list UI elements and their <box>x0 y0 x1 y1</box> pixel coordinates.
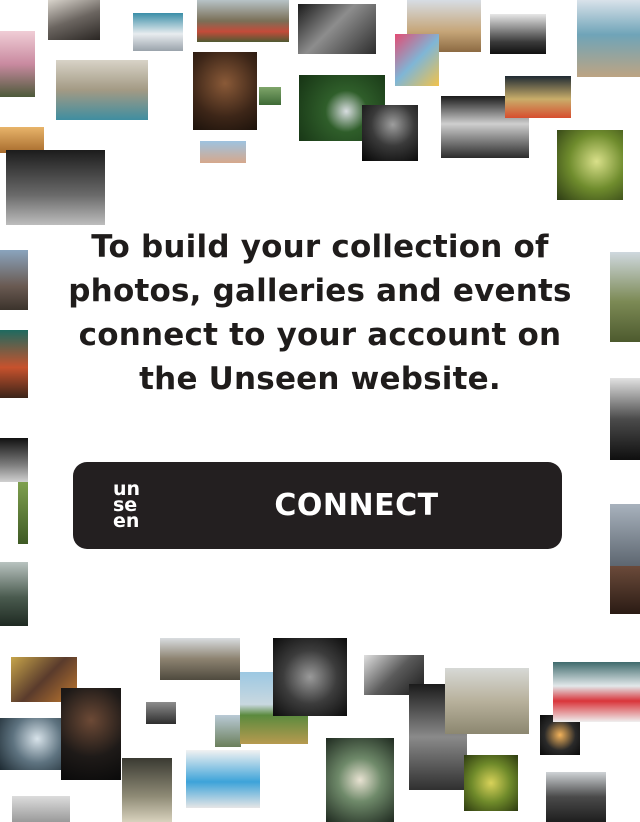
collage-photo <box>186 750 260 808</box>
collage-photo <box>48 0 100 40</box>
collage-photo <box>610 378 640 460</box>
collage-photo <box>197 0 289 42</box>
collage-photo <box>362 105 418 161</box>
collage-photo <box>56 60 148 120</box>
collage-photo <box>610 252 640 342</box>
collage-photo <box>546 772 606 822</box>
collage-photo <box>0 718 62 770</box>
collage-photo <box>610 504 640 566</box>
collage-photo <box>490 14 546 54</box>
collage-photo <box>146 702 176 724</box>
unseen-logo: un se en <box>113 480 151 532</box>
collage-photo <box>200 141 246 163</box>
prompt-line: connect to your account on <box>78 317 562 353</box>
collage-photo <box>0 31 35 97</box>
connect-button-label: CONNECT <box>274 488 439 523</box>
collage-photo <box>259 87 281 105</box>
collage-photo <box>610 566 640 614</box>
collage-photo <box>160 638 240 680</box>
collage-photo <box>0 250 28 310</box>
collage-photo <box>12 796 70 822</box>
collage-photo <box>18 482 28 544</box>
collage-photo <box>298 4 376 54</box>
collage-photo <box>577 0 640 77</box>
collage-photo <box>445 668 529 734</box>
collage-photo <box>122 758 172 822</box>
prompt-line: photos, galleries and events <box>68 273 572 309</box>
collage-photo <box>0 438 28 482</box>
collage-photo <box>193 52 257 130</box>
collage-photo <box>557 130 623 200</box>
collage-photo <box>326 738 394 822</box>
collage-photo <box>6 150 105 225</box>
collage-photo <box>133 13 183 51</box>
connect-prompt-text: To build your collection of photos, gall… <box>60 225 580 401</box>
collage-photo <box>273 638 347 716</box>
collage-photo <box>61 688 121 780</box>
collage-photo <box>0 330 28 398</box>
prompt-line: the Unseen website. <box>139 361 501 397</box>
collage-photo <box>0 562 28 626</box>
collage-photo <box>505 76 571 118</box>
prompt-line: To build your collection of <box>91 229 549 265</box>
logo-line: en <box>113 510 140 532</box>
collage-photo <box>395 34 439 86</box>
collage-photo <box>464 755 518 811</box>
connect-button[interactable]: un se en CONNECT <box>73 462 562 549</box>
collage-photo <box>553 662 640 722</box>
collage-photo <box>215 715 241 747</box>
